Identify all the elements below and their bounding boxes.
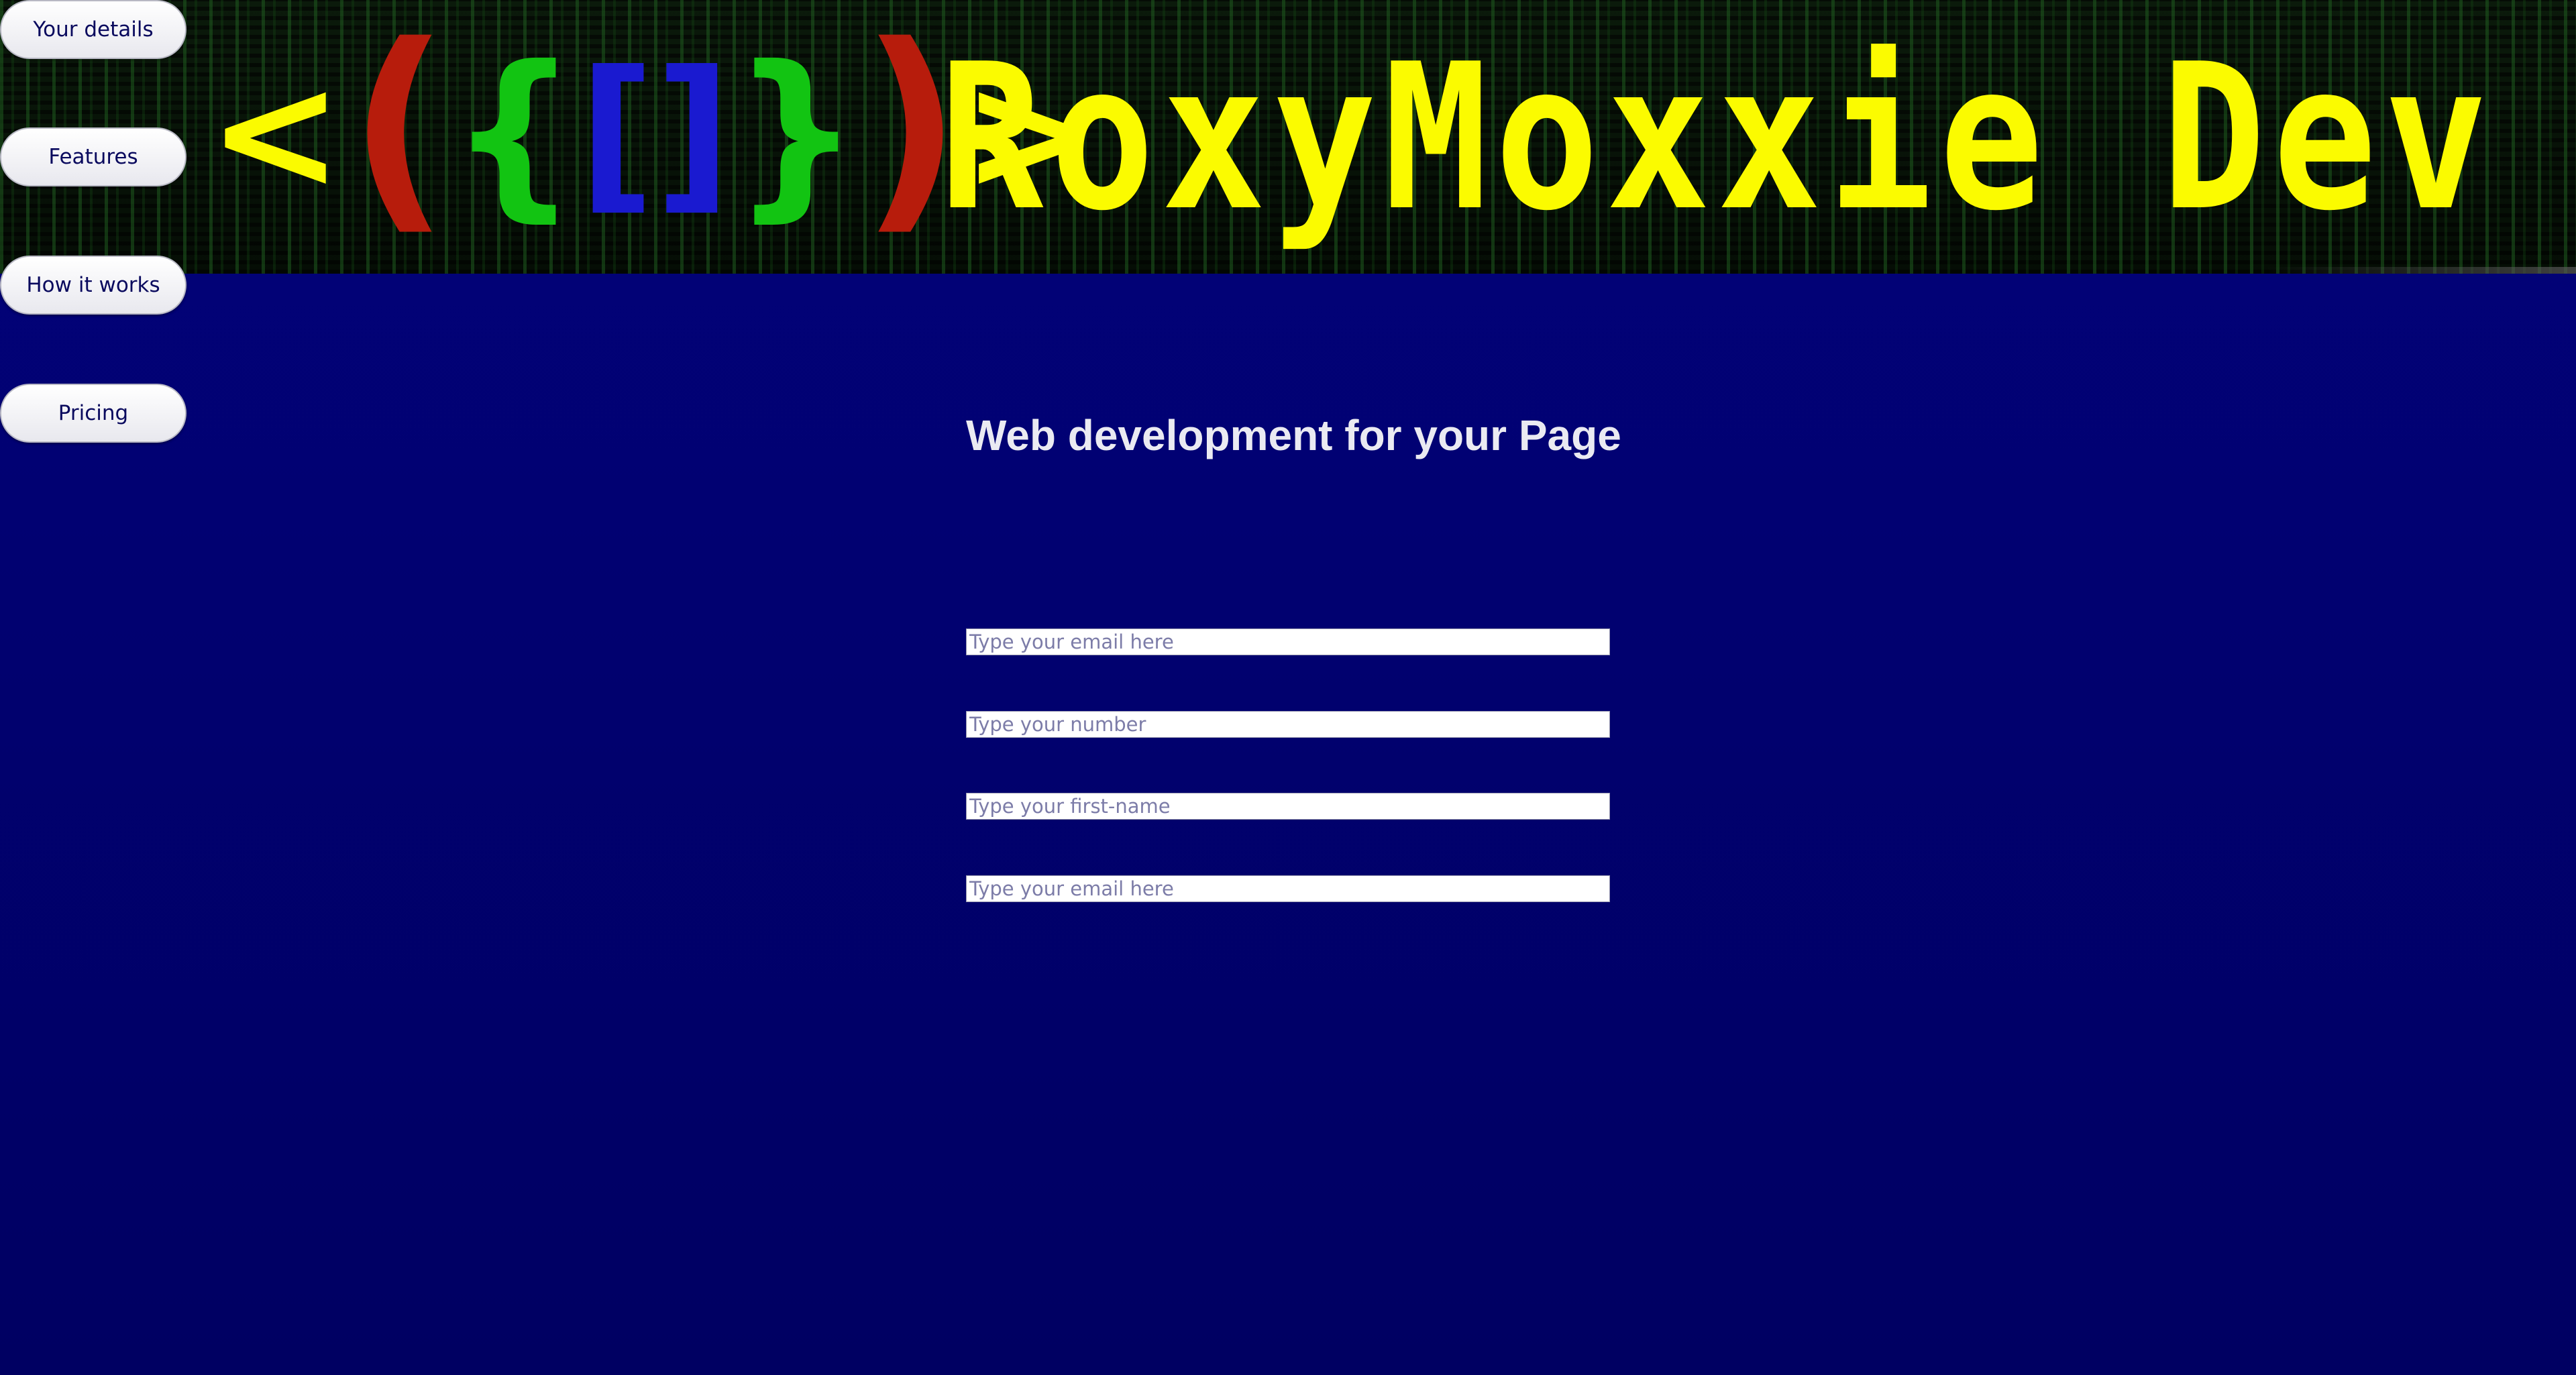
email-field[interactable]	[966, 628, 1610, 655]
header-banner: < ( { [] } ) > RoxyMoxxie Dev	[0, 0, 2576, 274]
number-field[interactable]	[966, 711, 1610, 738]
email-field-2[interactable]	[966, 875, 1610, 902]
logo-open-paren: (	[348, 0, 449, 255]
banner-shadow	[2267, 267, 2576, 274]
nav-features-button[interactable]: Features	[0, 127, 186, 186]
page-title: Web development for your Page	[966, 411, 1621, 459]
brand-name: RoxyMoxxie Dev	[939, 20, 2496, 255]
nav-how-it-works-button[interactable]: How it works	[0, 256, 186, 315]
nav-pricing-button[interactable]: Pricing	[0, 384, 186, 443]
logo-close-brace: }	[731, 27, 861, 238]
logo-brackets: []	[578, 35, 732, 230]
first-name-field[interactable]	[966, 793, 1610, 820]
nav-your-details-button[interactable]: Your details	[0, 0, 186, 59]
logo-less-than: <	[208, 39, 343, 227]
logo-open-brace: {	[449, 27, 579, 238]
